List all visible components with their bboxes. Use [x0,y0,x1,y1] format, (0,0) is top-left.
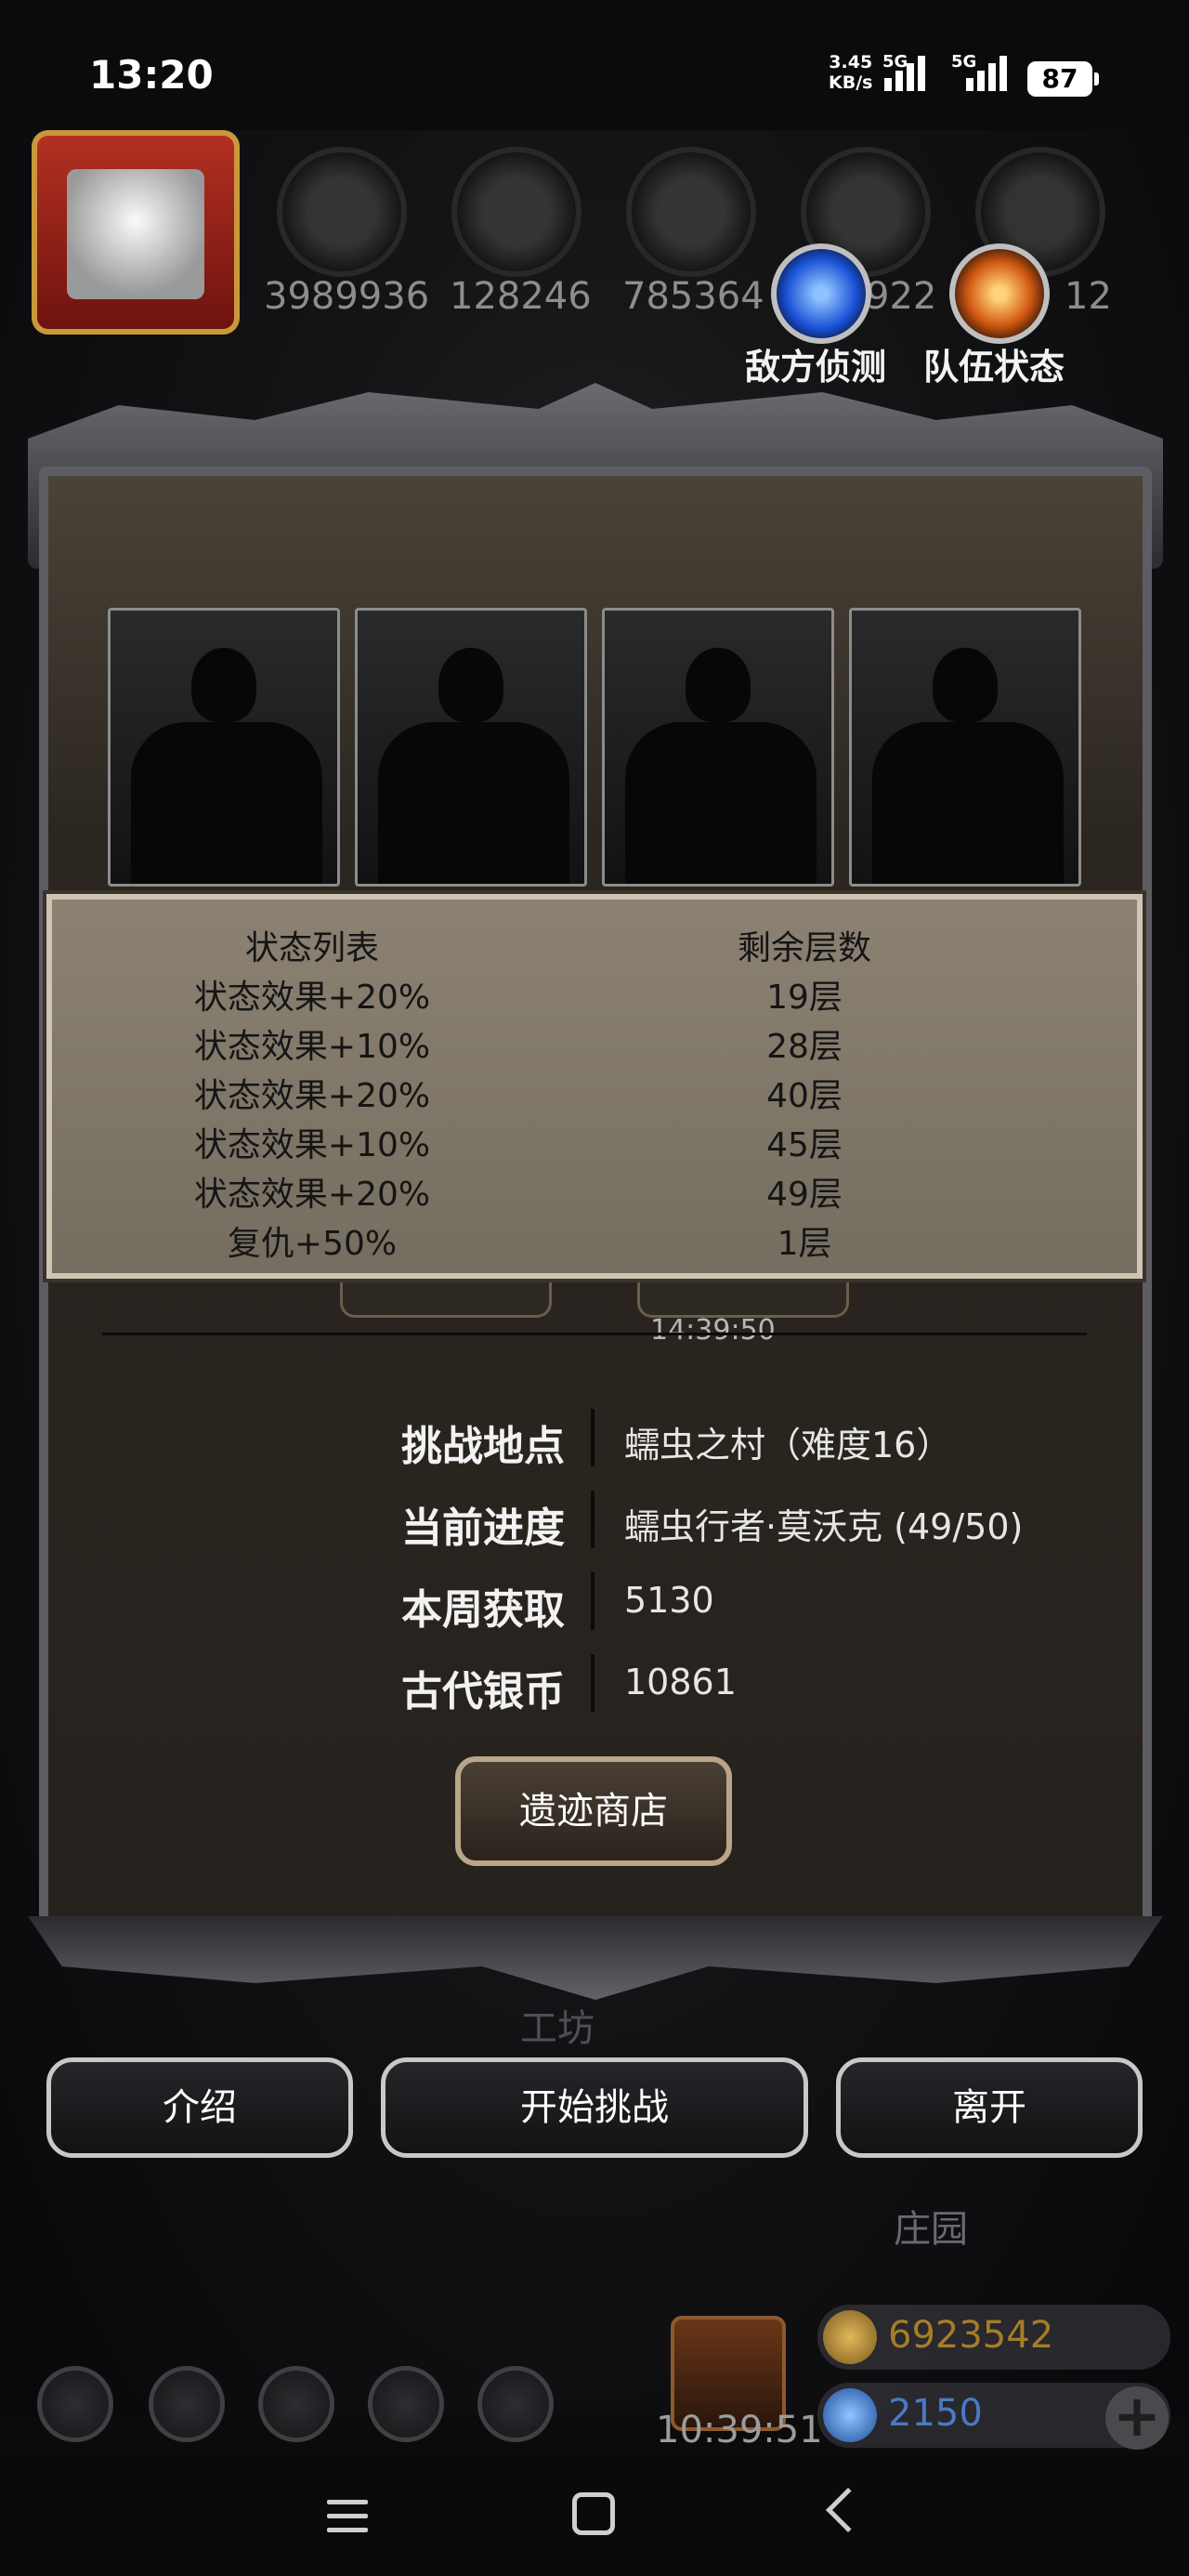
map-icon[interactable] [477,2366,554,2442]
gift-timer: 10:39:51 [656,2409,823,2451]
status-list-panel: 状态列表 剩余层数 状态效果+20% 19层 状态效果+10% 28层 状态效果… [43,890,1146,1282]
status-effect: 状态效果+10% [193,1125,431,1164]
status-layers: 40层 [766,1076,843,1115]
team-status-label[interactable]: 队伍状态 [923,338,1065,389]
silver-coin-value: 10861 [624,1662,737,1702]
info-weekly: 本周获取 5130 [0,1565,1189,1639]
guild-icon[interactable] [258,2366,334,2442]
wood-icon [451,147,581,277]
workshop-label: 工坊 [520,2007,594,2050]
quest-icon[interactable] [149,2366,225,2442]
hidden-button-right [637,1277,849,1318]
home-icon[interactable] [572,2492,615,2535]
hero-silhouette-body [625,722,817,884]
status-row: 状态效果+20% 49层 [52,1166,1137,1216]
signal-icon [884,56,929,91]
hero-silhouette-icon [438,648,503,722]
status-effect: 复仇+50% [227,1224,398,1263]
add-currency-button[interactable]: + [1105,2386,1169,2450]
gem-value: 2150 [888,2392,983,2435]
status-row: 状态效果+10% 45层 [52,1117,1137,1166]
meat-icon [277,147,407,277]
status-layers: 1层 [777,1224,832,1263]
hero-silhouette-body [872,722,1064,884]
header-remaining-layers: 剩余层数 [737,928,871,967]
status-layers: 28层 [766,1027,843,1066]
status-row: 状态效果+20% 19层 [52,969,1137,1019]
team-status-button[interactable] [949,243,1050,344]
leave-button[interactable]: 离开 [836,2057,1143,2158]
status-layers: 49层 [766,1175,843,1214]
gold-coin-icon [823,2310,877,2364]
signal-icon [966,56,1011,91]
divider [102,1333,1087,1335]
progress-value: 蠕虫行者·莫沃克 (49/50) [624,1506,1024,1547]
status-table: 状态列表 剩余层数 状态效果+20% 19层 状态效果+10% 28层 状态效果… [52,920,1137,1265]
enemy-scout-button[interactable] [771,243,871,344]
divider [591,1491,594,1548]
gem-icon [823,2388,877,2442]
status-layers: 19层 [766,978,843,1017]
resource-iron-value: 785364 [622,275,764,318]
weekly-label: 本周获取 [401,1586,565,1634]
hero-slot-1[interactable] [108,608,340,887]
weekly-value: 5130 [624,1580,714,1621]
status-effect: 状态效果+20% [193,1076,431,1115]
mail-icon[interactable] [368,2366,444,2442]
start-challenge-button[interactable]: 开始挑战 [381,2057,808,2158]
player-avatar[interactable] [32,130,240,335]
enemy-scout-label[interactable]: 敌方侦测 [745,338,886,389]
status-effect: 状态效果+10% [193,1027,431,1066]
relic-shop-button[interactable]: 遗迹商店 [455,1756,732,1866]
system-status-bar: 13:20 3.45 KB/s 5G 5G 87 [0,0,1189,139]
info-location: 挑战地点 蠕虫之村（难度16） [0,1401,1189,1476]
settings-icon[interactable] [37,2366,113,2442]
info-progress: 当前进度 蠕虫行者·莫沃克 (49/50) [0,1483,1189,1557]
hero-slot-4[interactable] [849,608,1081,887]
header-status-list: 状态列表 [244,928,379,967]
hero-silhouette-icon [933,648,998,722]
intro-button[interactable]: 介绍 [46,2057,353,2158]
hero-silhouette-icon [191,648,256,722]
menu-icon[interactable] [327,2500,368,2542]
hero-slot-2[interactable] [355,608,587,887]
status-effect: 状态效果+20% [193,1175,431,1214]
divider [591,1409,594,1466]
location-label: 挑战地点 [401,1423,565,1470]
status-row: 状态效果+10% 28层 [52,1019,1137,1068]
status-layers: 45层 [766,1125,843,1164]
horse-icon [67,169,204,299]
silver-coin-label: 古代银币 [401,1668,565,1715]
hero-slot-3[interactable] [602,608,834,887]
status-table-header: 状态列表 剩余层数 [52,920,1137,969]
divider [591,1654,594,1712]
navigation-bar [0,2453,1189,2576]
iron-icon [626,147,756,277]
clock: 13:20 [89,52,214,98]
gold-display: 6923542 [817,2305,1170,2370]
gold-value: 6923542 [888,2314,1054,2357]
resource-meat-value: 3989936 [264,275,430,318]
manor-label[interactable]: 庄园 [894,2199,968,2253]
battery-icon: 87 [1027,61,1099,97]
frame-ornament-bottom [28,1916,1163,2000]
hero-silhouette-body [131,722,322,884]
challenge-countdown: 14:39:50 [650,1314,776,1347]
network-speed: 3.45 KB/s [829,52,873,93]
location-value: 蠕虫之村（难度16） [624,1425,952,1465]
resource-feather-value: 922 [866,275,937,318]
hero-silhouette-body [378,722,569,884]
status-effect: 状态效果+20% [193,978,431,1017]
status-row: 状态效果+20% 40层 [52,1068,1137,1117]
back-icon[interactable] [825,2487,871,2533]
divider [591,1572,594,1630]
resource-wood-value: 128246 [450,275,592,318]
info-silver-coin: 古代银币 10861 [0,1647,1189,1721]
progress-label: 当前进度 [401,1505,565,1552]
resource-stone-value: 12 [1065,275,1112,318]
hero-silhouette-icon [686,648,751,722]
hidden-button-left [340,1277,552,1318]
status-row: 复仇+50% 1层 [52,1216,1137,1265]
